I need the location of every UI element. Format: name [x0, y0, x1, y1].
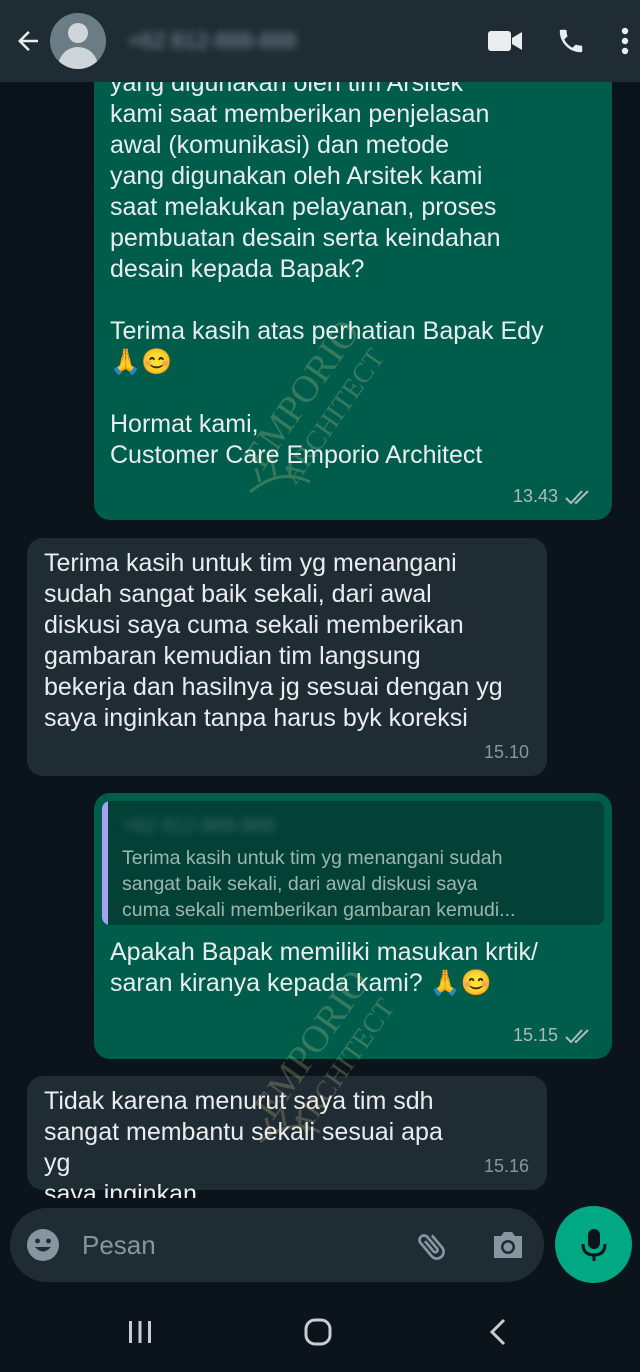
mic-button[interactable]	[555, 1206, 632, 1283]
message-text: Terima kasih untuk tim yg menangani suda…	[44, 549, 503, 732]
incoming-message[interactable]: Terima kasih untuk tim yg menangani suda…	[27, 538, 547, 776]
message-meta: 15.15	[513, 1020, 594, 1051]
message-meta: 13.43	[513, 481, 594, 512]
quoted-message[interactable]: +62 812-888-888 Terima kasih untuk tim y…	[102, 801, 604, 925]
chat-header: +62 812-888-888	[0, 0, 640, 82]
back-nav-icon[interactable]	[478, 1312, 518, 1352]
message-meta: 15.16	[484, 1151, 529, 1182]
message-text: yang digunakan oleh tim Arsitek kami saa…	[110, 82, 544, 469]
contact-name-text: +62 812-888-888	[128, 28, 297, 53]
message-time: 15.16	[483, 1156, 529, 1176]
message-input[interactable]: Pesan	[82, 1230, 156, 1261]
home-icon[interactable]	[298, 1312, 338, 1352]
read-ticks-icon	[565, 1028, 589, 1043]
message-time: 15.15	[512, 1025, 558, 1045]
outgoing-reply-message[interactable]: +62 812-888-888 Terima kasih untuk tim y…	[94, 793, 612, 1059]
contact-name[interactable]: +62 812-888-888	[128, 28, 378, 54]
chat-area[interactable]: yang digunakan oleh tim Arsitek kami saa…	[0, 82, 640, 1198]
message-meta: 15.10	[484, 737, 529, 768]
attach-icon[interactable]	[414, 1228, 450, 1269]
system-nav-bar	[0, 1292, 640, 1372]
read-ticks-icon	[565, 489, 589, 504]
recents-icon[interactable]	[120, 1312, 160, 1352]
quote-bar	[102, 801, 108, 925]
message-text: Tidak karena menurut saya tim sdh sangat…	[44, 1087, 443, 1198]
message-text: Apakah Bapak memiliki masukan krtik/ sar…	[110, 938, 538, 997]
quoted-text: Terima kasih untuk tim yg menangani suda…	[122, 847, 516, 921]
back-arrow-icon[interactable]	[6, 11, 50, 71]
message-composer[interactable]: Pesan	[10, 1208, 544, 1282]
message-time: 15.10	[483, 742, 529, 762]
camera-icon[interactable]	[490, 1228, 526, 1267]
mic-icon	[581, 1228, 606, 1261]
message-time: 13.43	[512, 486, 558, 506]
quoted-sender: +62 812-888-888	[122, 815, 275, 837]
contact-avatar[interactable]	[50, 13, 106, 69]
emoji-icon[interactable]	[26, 1228, 60, 1267]
phone-icon[interactable]	[556, 26, 586, 56]
incoming-message[interactable]: Tidak karena menurut saya tim sdh sangat…	[27, 1076, 547, 1198]
outgoing-message[interactable]: yang digunakan oleh tim Arsitek kami saa…	[94, 82, 612, 520]
video-call-icon[interactable]	[488, 28, 522, 54]
more-vert-icon[interactable]	[620, 26, 630, 56]
